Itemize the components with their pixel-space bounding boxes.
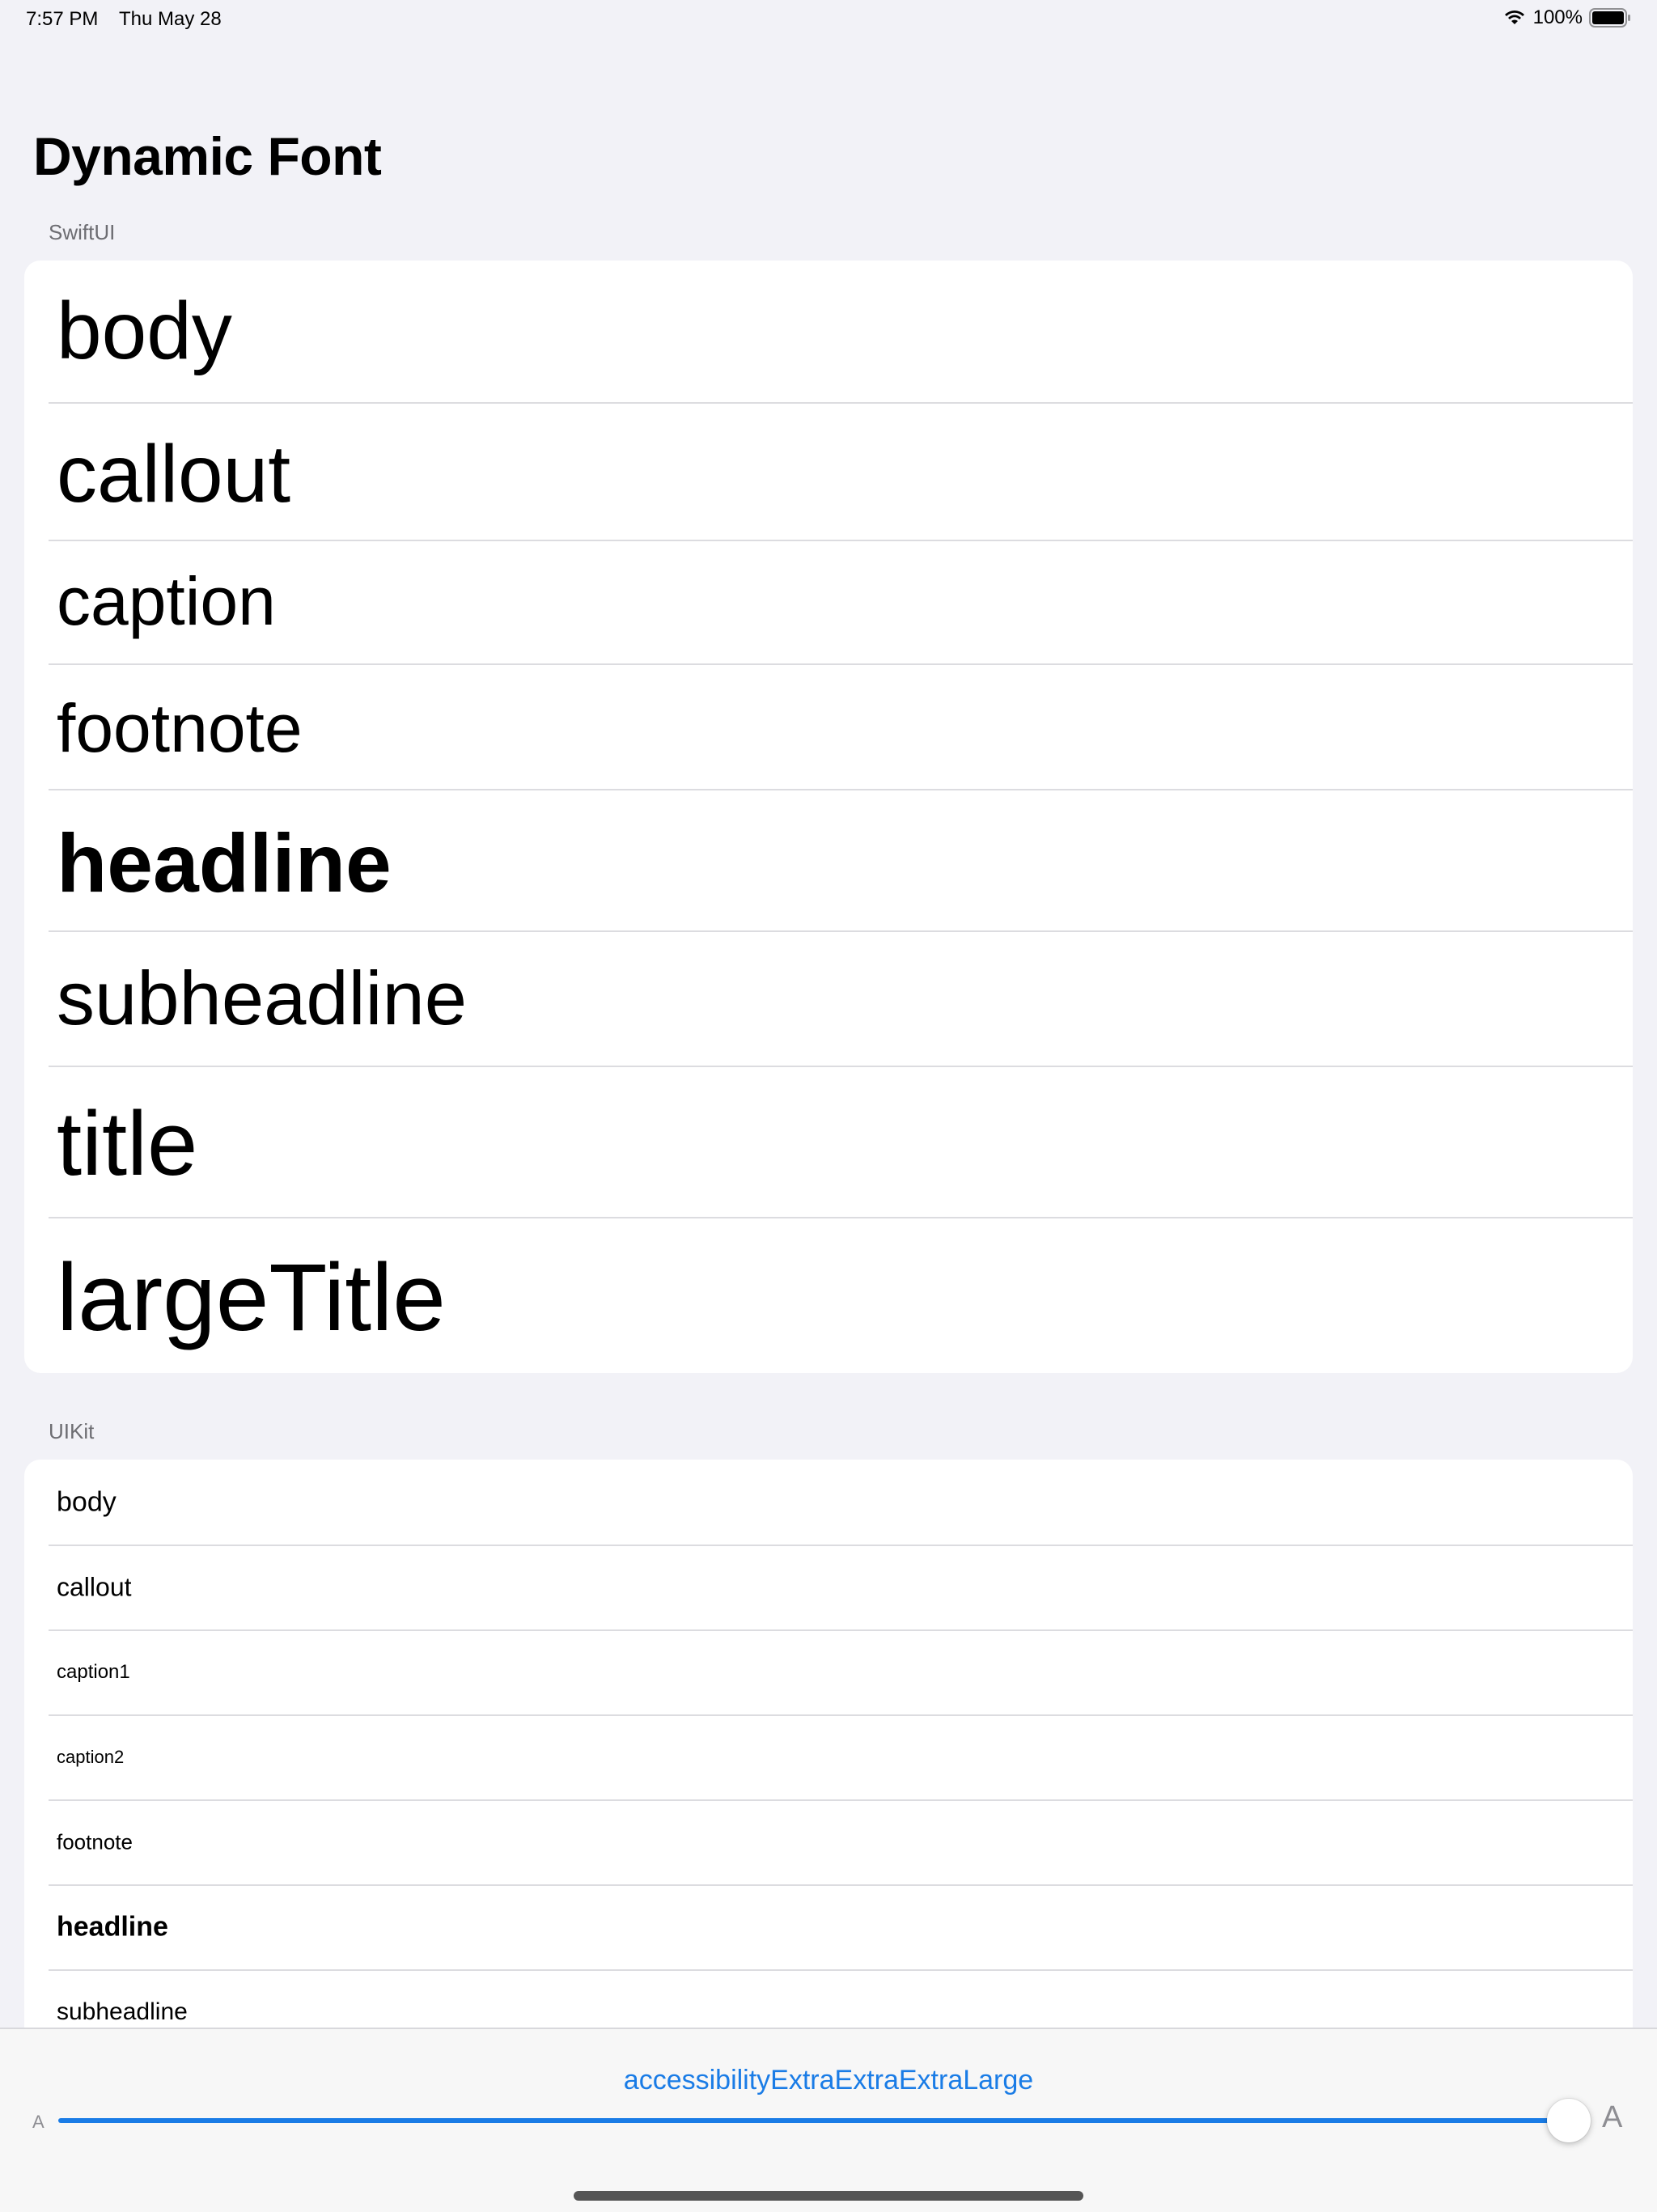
text-size-panel: accessibilityExtraExtraExtraLarge A A <box>0 2028 1657 2212</box>
row-label: body <box>57 1486 117 1517</box>
list-item-swiftui-largetitle[interactable]: largeTitle <box>24 1217 1633 1373</box>
list-item-swiftui-body[interactable]: body <box>24 261 1633 402</box>
slider-thumb[interactable] <box>1547 2099 1591 2142</box>
row-label: headline <box>57 817 392 909</box>
list-item-swiftui-callout[interactable]: callout <box>24 402 1633 540</box>
list-item-uikit-footnote[interactable]: footnote <box>24 1799 1633 1884</box>
status-bar: 7:57 PM Thu May 28 100% <box>0 0 1657 40</box>
list-item-swiftui-footnote[interactable]: footnote <box>24 663 1633 789</box>
row-label: callout <box>57 1572 132 1601</box>
row-label: largeTitle <box>57 1244 446 1351</box>
list-item-swiftui-headline[interactable]: headline <box>24 789 1633 930</box>
row-label: subheadline <box>57 1998 188 2025</box>
list-item-uikit-caption1[interactable]: caption1 <box>24 1629 1633 1714</box>
row-label: footnote <box>57 690 303 766</box>
battery-icon <box>1589 8 1630 28</box>
list-item-swiftui-title[interactable]: title <box>24 1066 1633 1217</box>
list-item-uikit-subheadline[interactable]: subheadline <box>24 1969 1633 2028</box>
list-item-uikit-body[interactable]: body <box>24 1460 1633 1545</box>
section-header-uikit: UIKit <box>49 1419 95 1443</box>
wifi-icon <box>1504 11 1524 24</box>
list-item-swiftui-caption[interactable]: caption <box>24 540 1633 663</box>
swiftui-list: body callout caption footnote headline s… <box>24 261 1633 1373</box>
page-title: Dynamic Font <box>33 126 382 186</box>
row-label: caption <box>57 563 276 639</box>
section-header-swiftui: SwiftUI <box>49 220 116 244</box>
large-text-icon: A <box>1602 2100 1623 2134</box>
status-indicators: 100% <box>1502 6 1631 29</box>
row-label: caption2 <box>57 1746 125 1767</box>
home-indicator <box>574 2191 1083 2201</box>
battery-percent: 100% <box>1532 6 1583 28</box>
status-date: Thu May 28 <box>119 8 222 30</box>
list-item-swiftui-subheadline[interactable]: subheadline <box>24 930 1633 1066</box>
row-label: footnote <box>57 1829 133 1854</box>
uikit-list: body callout caption1 caption2 footnote … <box>24 1460 1633 2028</box>
row-label: callout <box>57 429 291 519</box>
row-label: caption1 <box>57 1660 130 1683</box>
list-item-uikit-callout[interactable]: callout <box>24 1545 1633 1629</box>
list-item-uikit-headline[interactable]: headline <box>24 1884 1633 1969</box>
status-time: 7:57 PM <box>26 8 99 30</box>
row-label: body <box>57 286 232 376</box>
text-size-slider[interactable] <box>58 2118 1570 2123</box>
current-size-label: accessibilityExtraExtraExtraLarge <box>623 2065 1034 2095</box>
row-label: headline <box>57 1911 168 1942</box>
row-label: title <box>57 1093 198 1194</box>
list-item-uikit-caption2[interactable]: caption2 <box>24 1714 1633 1799</box>
small-text-icon: A <box>32 2112 44 2132</box>
row-label: subheadline <box>57 956 467 1040</box>
